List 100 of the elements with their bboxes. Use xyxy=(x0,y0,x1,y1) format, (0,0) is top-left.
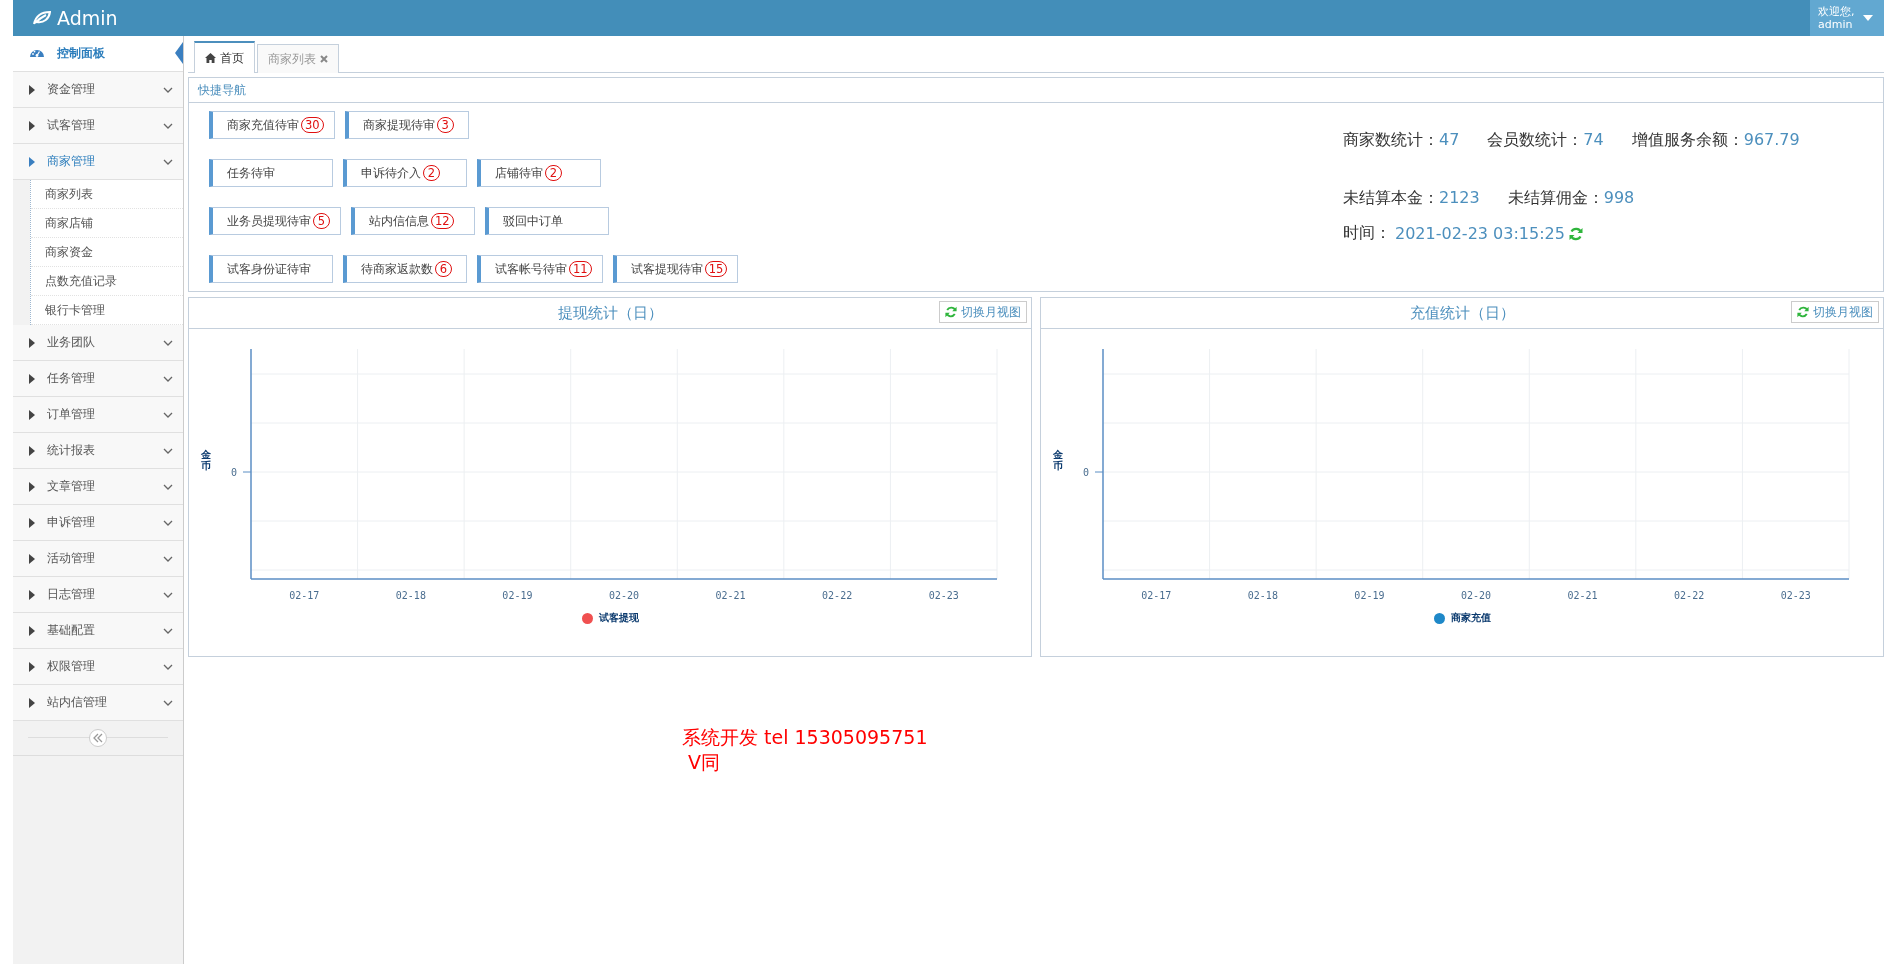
sidebar-item[interactable]: 任务管理 xyxy=(13,361,183,397)
triangle-icon xyxy=(29,84,35,95)
chevron-icon xyxy=(163,339,173,346)
sidebar-item[interactable]: 日志管理 xyxy=(13,577,183,613)
stat-label: 商家数统计： xyxy=(1343,130,1439,149)
double-chevron-icon xyxy=(93,733,103,743)
sidebar-item[interactable]: 订单管理 xyxy=(13,397,183,433)
panel-title: 快捷导航 xyxy=(198,81,246,99)
axis-title: 金币 xyxy=(1053,449,1063,471)
tick-label: 02-23 xyxy=(1780,590,1811,601)
submenu-item[interactable]: 商家资金 xyxy=(31,238,183,267)
chevron-icon xyxy=(163,158,173,165)
tick-label: 02-17 xyxy=(289,590,320,601)
chevron-icon xyxy=(163,447,173,454)
sidebar-item[interactable]: 站内信管理 xyxy=(13,685,183,721)
sidebar-item[interactable]: 试客管理 xyxy=(13,108,183,144)
sidebar-item[interactable]: 资金管理 xyxy=(13,72,183,108)
home-icon xyxy=(205,53,216,63)
chevron-icon xyxy=(163,411,173,418)
sidebar-item[interactable]: 申诉管理 xyxy=(13,505,183,541)
refresh-icon xyxy=(1568,226,1583,241)
switch-view-button[interactable]: 切换月视图 xyxy=(1791,301,1879,323)
tick-label: 0 xyxy=(230,467,237,478)
triangle-icon xyxy=(29,373,35,384)
refresh-icon xyxy=(1797,306,1809,318)
tick-label: 02-22 xyxy=(822,590,853,601)
quick-link-button[interactable]: 商家提现待审 3 xyxy=(344,111,469,139)
chevron-icon xyxy=(163,591,173,598)
tab[interactable]: 首页 xyxy=(194,41,255,73)
stat-value: 74 xyxy=(1583,130,1604,149)
chevron-icon xyxy=(163,519,173,526)
tick-label: 02-17 xyxy=(1141,590,1172,601)
legend-label[interactable]: 试客提现 xyxy=(598,611,639,625)
tick-label: 02-21 xyxy=(1567,590,1598,601)
sidebar-item[interactable]: 商家管理 xyxy=(13,144,183,180)
triangle-icon xyxy=(29,445,35,456)
switch-view-button[interactable]: 切换月视图 xyxy=(939,301,1027,323)
quick-link-button[interactable]: 业务员提现待审 5 xyxy=(209,207,341,235)
sidebar-item[interactable]: 控制面板 xyxy=(13,36,183,72)
dashboard-icon xyxy=(29,49,45,58)
submenu-item[interactable]: 商家店铺 xyxy=(31,209,183,238)
sidebar-item[interactable]: 基础配置 xyxy=(13,613,183,649)
quick-link-button[interactable]: 商家充值待审 30 xyxy=(209,111,335,139)
sidebar-item[interactable]: 文章管理 xyxy=(13,469,183,505)
axis-title: 金币 xyxy=(201,449,211,471)
stat-label: 会员数统计： xyxy=(1487,130,1584,149)
tick-label: 02-20 xyxy=(608,590,640,601)
tick-label: 02-19 xyxy=(502,590,533,601)
quick-link-button[interactable]: 试客提现待审 15 xyxy=(612,255,739,283)
submenu-item[interactable]: 商家列表 xyxy=(31,180,183,209)
chevron-icon xyxy=(163,699,173,706)
collapse-button[interactable] xyxy=(89,729,107,747)
tick-label: 02-22 xyxy=(1674,590,1705,601)
quick-link-button[interactable]: 试客帐号待审 11 xyxy=(477,255,603,283)
app-logo-text: Admin xyxy=(57,7,118,29)
chart-title: 提现统计（日） xyxy=(557,303,663,323)
notice-text: 系统开发 tel 15305095751 xyxy=(682,725,929,750)
triangle-icon xyxy=(29,337,35,348)
submenu-item[interactable]: 点数充值记录 xyxy=(31,267,183,296)
tick-label: 02-23 xyxy=(928,590,959,601)
tick-mark xyxy=(1094,471,1104,473)
sidebar-item[interactable]: 权限管理 xyxy=(13,649,183,685)
stat-label: 未结算佣金： xyxy=(1507,188,1604,207)
triangle-icon xyxy=(29,517,35,528)
stat-value: 967.79 xyxy=(1743,130,1800,149)
tick-label: 02-21 xyxy=(715,590,746,601)
tick-label: 02-18 xyxy=(1247,590,1278,601)
chevron-icon xyxy=(163,555,173,562)
chevron-icon xyxy=(163,663,173,670)
stat-value: 998 xyxy=(1603,188,1635,207)
stat-value: 47 xyxy=(1439,130,1460,149)
triangle-icon xyxy=(29,409,35,420)
tick-label: 02-20 xyxy=(1460,590,1492,601)
quick-link-button[interactable]: 任务待审 xyxy=(209,159,333,187)
sidebar-item[interactable]: 业务团队 xyxy=(13,325,183,361)
tick-label: 02-18 xyxy=(395,590,426,601)
triangle-icon xyxy=(29,553,35,564)
tick-mark xyxy=(242,471,252,473)
quick-link-button[interactable]: 驳回中订单 xyxy=(485,207,609,235)
triangle-icon xyxy=(29,625,35,636)
stat-label: 时间： xyxy=(1343,223,1391,244)
quick-link-button[interactable]: 试客身份证待审 xyxy=(209,255,333,283)
quick-link-button[interactable]: 待商家返款数 6 xyxy=(343,255,467,283)
tick-label: 0 xyxy=(1082,467,1089,478)
stat-value: 2123 xyxy=(1439,188,1480,207)
selection-pointer-icon xyxy=(175,42,183,64)
notice-text: V同 xyxy=(687,750,721,775)
chevron-icon xyxy=(163,122,173,129)
quick-link-button[interactable]: 申诉待介入 2 xyxy=(343,159,467,187)
caret-icon xyxy=(1862,15,1873,21)
sidebar-item[interactable]: 活动管理 xyxy=(13,541,183,577)
leaf-icon xyxy=(33,11,51,25)
chart-title: 充值统计（日） xyxy=(1409,303,1515,323)
time-value: 2021-02-23 03:15:25 xyxy=(1395,224,1565,243)
triangle-icon xyxy=(29,120,35,131)
legend-label[interactable]: 商家充值 xyxy=(1450,611,1491,625)
quick-link-button[interactable]: 站内信信息 12 xyxy=(351,207,475,235)
sidebar-item[interactable]: 统计报表 xyxy=(13,433,183,469)
quick-link-button[interactable]: 店铺待审 2 xyxy=(477,159,601,187)
triangle-icon xyxy=(29,589,35,600)
